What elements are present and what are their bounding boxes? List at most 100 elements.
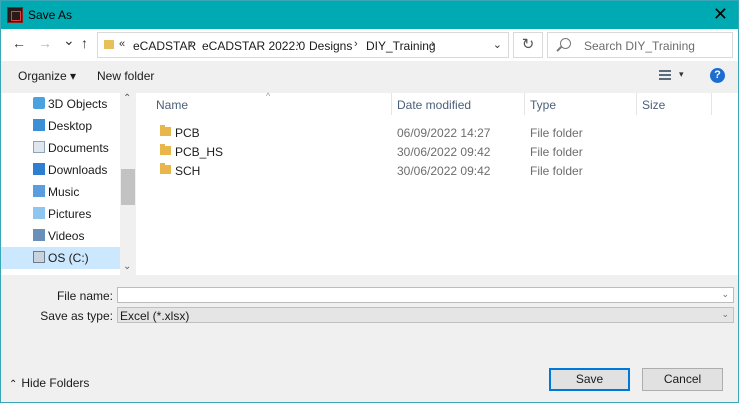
sidebar-item-label: OS (C:) (48, 251, 89, 265)
navigation-pane: 3D Objects Desktop Documents Downloads M… (1, 93, 136, 275)
sidebar-item-label: Music (48, 185, 80, 199)
refresh-icon: ↻ (521, 36, 535, 53)
table-row[interactable]: SCH 30/06/2022 09:42 File folder (136, 161, 738, 180)
desktop-icon (33, 119, 45, 131)
file-name: SCH (175, 164, 201, 178)
breadcrumb-separator: › (354, 38, 358, 50)
search-box[interactable]: Search DIY_Training (547, 32, 733, 58)
pictures-icon (33, 207, 45, 219)
column-divider[interactable] (711, 93, 712, 115)
file-name: PCB_HS (175, 145, 224, 159)
column-header-type[interactable]: Type (530, 98, 556, 112)
column-divider[interactable] (524, 93, 525, 115)
table-row[interactable]: PCB_HS 30/06/2022 09:42 File folder (136, 142, 738, 161)
close-icon[interactable]: ✕ (713, 4, 728, 24)
chevron-down-icon[interactable]: ⌄ (721, 289, 729, 300)
view-options-icon[interactable] (659, 70, 671, 80)
scroll-down-icon[interactable]: ⌄ (123, 261, 131, 272)
organize-button[interactable]: Organize ▾ (18, 69, 76, 83)
save-button[interactable]: Save (549, 368, 630, 391)
sidebar-item-music[interactable]: Music (1, 181, 120, 203)
chevron-up-icon: ⌃ (9, 379, 18, 390)
file-date: 30/06/2022 09:42 (397, 145, 491, 159)
file-name: PCB (175, 126, 200, 140)
help-icon[interactable]: ? (710, 68, 725, 83)
sidebar-item-pictures[interactable]: Pictures (1, 203, 120, 225)
cancel-button[interactable]: Cancel (642, 368, 723, 391)
sidebar-item-label: 3D Objects (48, 97, 108, 111)
view-dropdown-icon[interactable]: ▾ (679, 69, 684, 80)
folder-icon (160, 125, 171, 136)
title-bar: Save As ✕ (1, 1, 738, 29)
downloads-icon (33, 163, 45, 175)
3d-objects-icon (33, 97, 45, 109)
column-divider[interactable] (636, 93, 637, 115)
search-icon (560, 38, 571, 49)
folder-icon (160, 144, 171, 155)
hide-folders-button[interactable]: ⌃ Hide Folders (9, 376, 89, 390)
sidebar-item-label: Downloads (48, 163, 108, 177)
column-header-size[interactable]: Size (642, 98, 665, 112)
documents-icon (33, 141, 45, 153)
file-list: ^ Name Date modified Type Size PCB 06/09… (136, 91, 738, 275)
chevron-down-icon[interactable]: ⌄ (721, 309, 729, 320)
breadcrumb-ecadstar-2022[interactable]: eCADSTAR 2022.0 (202, 39, 305, 53)
command-bar: Organize ▾ New folder ▾ ? (1, 61, 738, 93)
file-name-field[interactable]: ⌄ (117, 287, 734, 303)
save-as-dialog: Save As ✕ ← → ⌄ ↑ « eCADSTAR › eCADSTAR … (0, 0, 739, 403)
breadcrumb-separator: › (296, 38, 300, 50)
file-type: File folder (530, 164, 583, 178)
search-placeholder: Search DIY_Training (584, 39, 695, 53)
save-as-type-select[interactable]: Excel (*.xlsx) ⌄ (117, 307, 734, 323)
file-type: File folder (530, 126, 583, 140)
back-arrow-icon[interactable]: ← (12, 35, 26, 51)
folder-icon (160, 163, 171, 174)
sidebar-item-3d-objects[interactable]: 3D Objects (1, 93, 120, 115)
save-as-type-value: Excel (*.xlsx) (120, 309, 190, 323)
file-date: 30/06/2022 09:42 (397, 164, 491, 178)
scrollbar-thumb[interactable] (121, 169, 135, 205)
column-header-name[interactable]: Name (156, 98, 188, 112)
sidebar-item-label: Documents (48, 141, 109, 155)
scroll-up-icon[interactable]: ⌃ (123, 93, 131, 104)
column-header-date-modified[interactable]: Date modified (397, 98, 471, 112)
folder-icon (104, 40, 114, 49)
sidebar-item-videos[interactable]: Videos (1, 225, 120, 247)
file-date: 06/09/2022 14:27 (397, 126, 491, 140)
breadcrumb-overflow[interactable]: « (119, 38, 125, 50)
sidebar-item-os-c[interactable]: OS (C:) (1, 247, 120, 269)
sidebar-item-documents[interactable]: Documents (1, 137, 120, 159)
dialog-footer: File name: ⌄ Save as type: Excel (*.xlsx… (1, 275, 738, 402)
app-icon (7, 7, 23, 23)
sidebar-item-desktop[interactable]: Desktop (1, 115, 120, 137)
address-bar[interactable]: « eCADSTAR › eCADSTAR 2022.0 › Designs ›… (97, 32, 509, 58)
file-name-label: File name: (56, 289, 113, 303)
hide-folders-label: Hide Folders (21, 376, 90, 390)
save-as-type-label: Save as type: (40, 309, 113, 323)
videos-icon (33, 229, 45, 241)
music-icon (33, 185, 45, 197)
window-title: Save As (28, 8, 73, 22)
sidebar-item-label: Videos (48, 229, 85, 243)
breadcrumb-designs[interactable]: Designs (309, 39, 352, 53)
address-dropdown-icon[interactable]: ⌄ (493, 38, 502, 51)
breadcrumb-ecadstar[interactable]: eCADSTAR (133, 39, 196, 53)
file-type: File folder (530, 145, 583, 159)
drive-icon (33, 251, 45, 263)
breadcrumb-diy-training[interactable]: DIY_Training (366, 39, 436, 53)
recent-locations-icon[interactable]: ⌄ (63, 32, 75, 49)
sort-indicator-icon: ^ (266, 91, 271, 101)
table-row[interactable]: PCB 06/09/2022 14:27 File folder (136, 123, 738, 142)
breadcrumb-separator: › (431, 38, 435, 50)
column-divider[interactable] (391, 93, 392, 115)
sidebar-item-downloads[interactable]: Downloads (1, 159, 120, 181)
forward-arrow-icon[interactable]: → (38, 35, 52, 51)
navigation-bar: ← → ⌄ ↑ « eCADSTAR › eCADSTAR 2022.0 › D… (1, 29, 738, 61)
new-folder-button[interactable]: New folder (97, 69, 154, 83)
sidebar-item-label: Desktop (48, 119, 93, 133)
sidebar-scrollbar[interactable]: ⌃ ⌄ (120, 93, 136, 275)
breadcrumb-separator: › (189, 38, 193, 50)
up-folder-icon[interactable]: ↑ (81, 35, 88, 51)
sidebar-item-label: Pictures (48, 207, 92, 221)
refresh-button[interactable]: ↻ (513, 32, 543, 58)
